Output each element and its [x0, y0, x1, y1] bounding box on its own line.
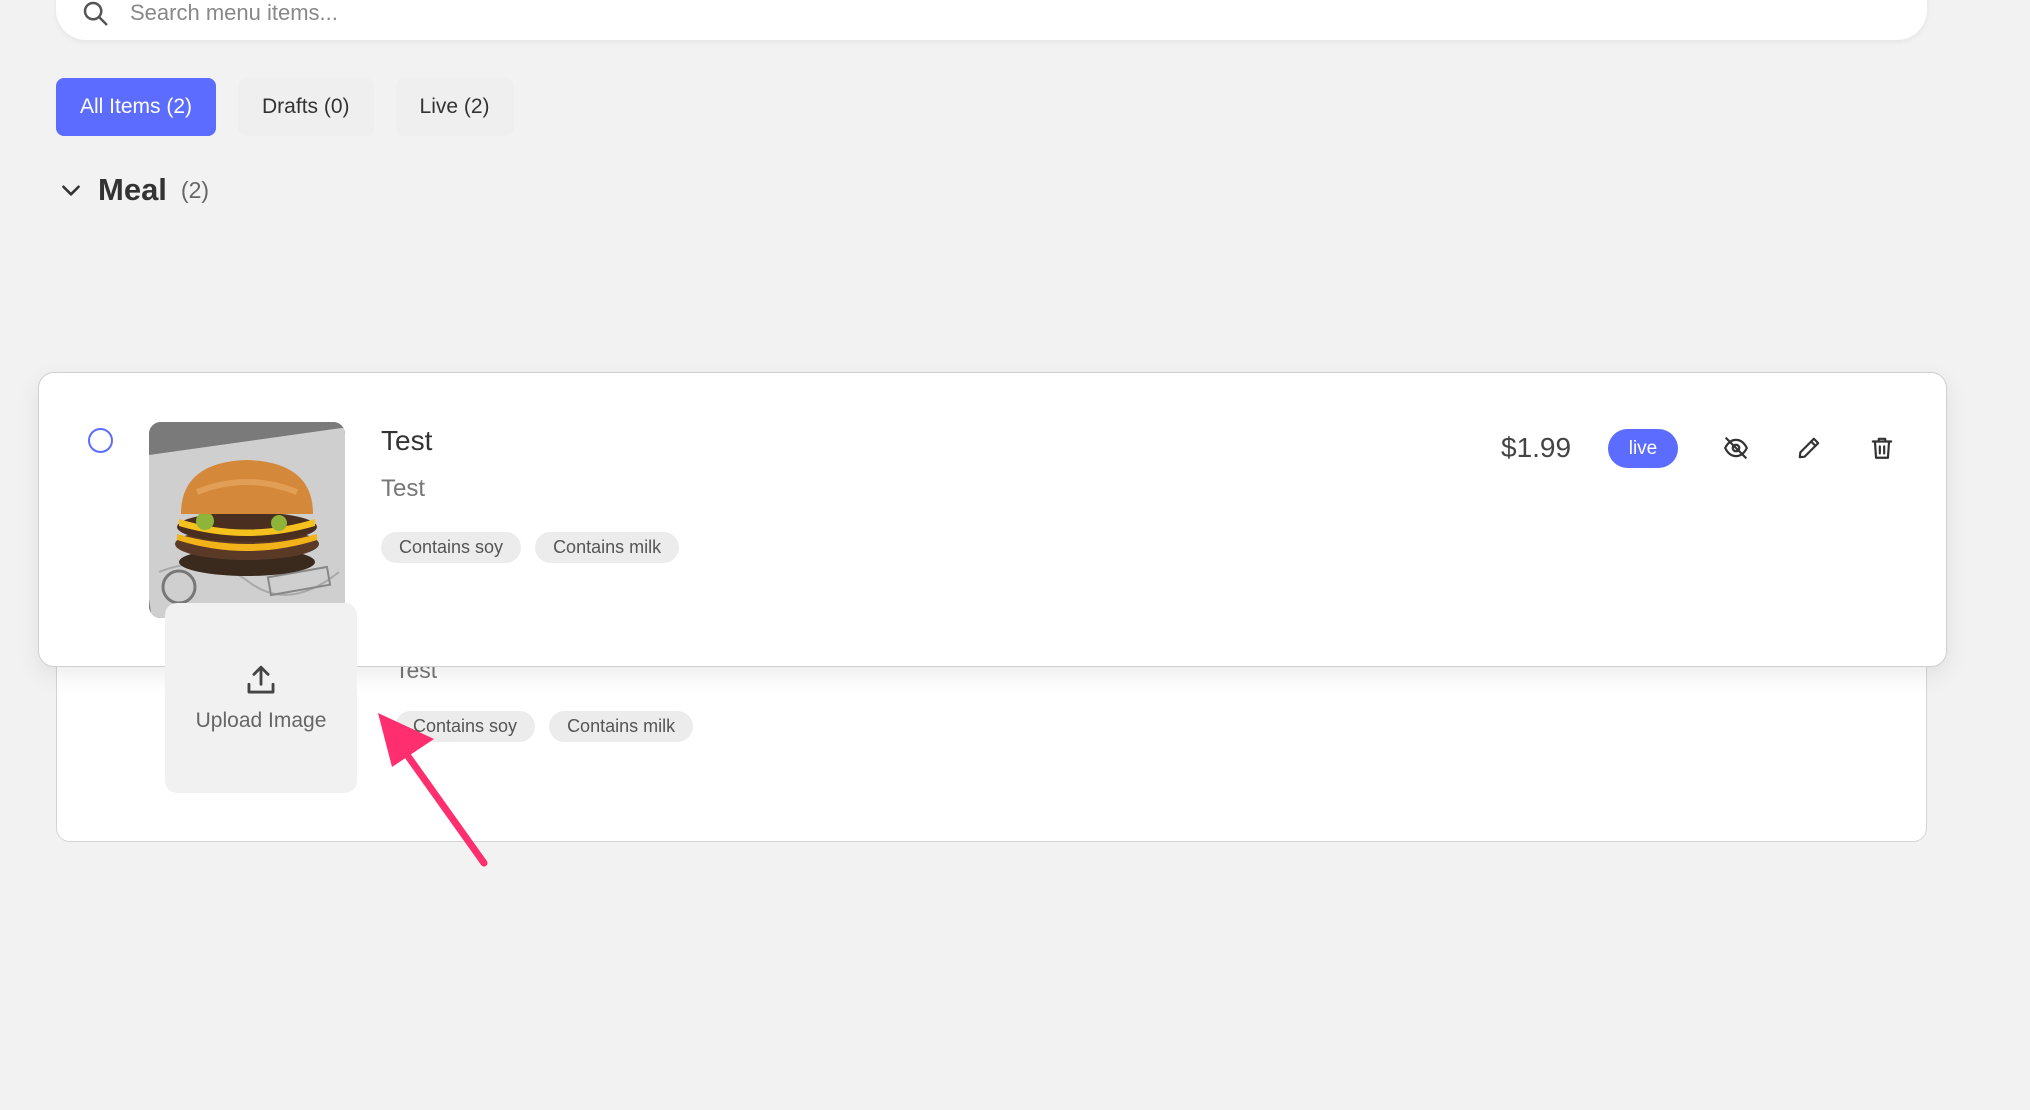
search-icon	[83, 1, 108, 26]
chevron-down-icon[interactable]	[58, 177, 84, 203]
search-input[interactable]	[130, 0, 1630, 26]
eye-off-icon	[1724, 437, 1748, 459]
category-header[interactable]: Meal (2)	[58, 172, 209, 208]
tab-live[interactable]: Live (2)	[395, 78, 514, 136]
tag-contains-milk: Contains milk	[535, 532, 680, 563]
filter-tabs: All Items (2) Drafts (0) Live (2)	[56, 78, 514, 136]
pencil-icon	[1798, 437, 1820, 459]
upload-image-label: Upload Image	[195, 709, 327, 732]
item-price: $1.99	[1501, 432, 1572, 463]
category-count: (2)	[180, 176, 210, 203]
annotation-arrow	[378, 713, 488, 867]
menu-items-page: All Items (2) Drafts (0) Live (2) Meal (…	[0, 0, 2030, 1110]
item-name: Test	[381, 425, 433, 456]
upload-icon	[247, 665, 275, 694]
edit-button[interactable]	[1792, 431, 1826, 465]
burger-photo-icon	[149, 422, 345, 618]
item-image[interactable]	[149, 422, 345, 618]
delete-button[interactable]	[1865, 431, 1899, 465]
status-badge: live	[1608, 429, 1678, 468]
tag-contains-soy: Contains soy	[381, 532, 522, 563]
item-tags: Contains soy Contains milk	[381, 532, 680, 563]
tag-contains-milk: Contains milk	[549, 711, 694, 742]
trash-icon	[1871, 437, 1893, 459]
item-description: Test	[381, 475, 426, 502]
upload-image-button[interactable]: Upload Image	[165, 603, 357, 793]
category-title: Meal	[98, 172, 167, 207]
select-radio[interactable]	[88, 428, 113, 453]
search-bar	[56, 0, 1927, 40]
hide-button[interactable]	[1719, 431, 1753, 465]
tab-all-items[interactable]: All Items (2)	[56, 78, 217, 136]
tab-drafts[interactable]: Drafts (0)	[238, 78, 374, 136]
